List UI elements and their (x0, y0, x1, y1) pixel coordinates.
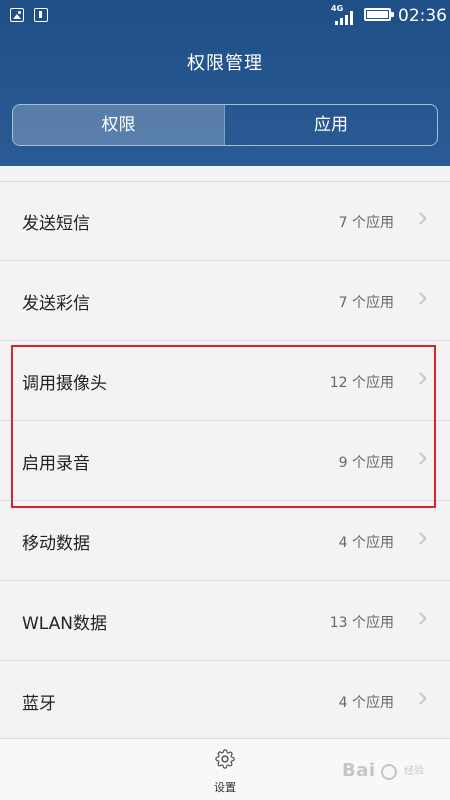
chevron-right-icon (414, 692, 427, 705)
permission-row-camera[interactable]: 调用摄像头 12 个应用 (0, 341, 450, 421)
permission-app-count: 7 个应用 (338, 215, 394, 231)
tab-apps[interactable]: 应用 (225, 105, 437, 145)
settings-button[interactable]: 设置 (195, 745, 255, 797)
permission-row-send-mms[interactable]: 发送彩信 7 个应用 (0, 261, 450, 341)
bottom-toolbar: 设置 (0, 738, 450, 800)
page-title: 权限管理 (187, 53, 263, 74)
permission-row-send-sms[interactable]: 发送短信 7 个应用 (0, 181, 450, 261)
permission-app-count: 4 个应用 (338, 695, 394, 711)
chevron-right-icon (414, 292, 427, 305)
permission-label: 启用录音 (22, 454, 90, 474)
permission-label: 移动数据 (22, 534, 90, 554)
sim-icon (34, 8, 48, 22)
permission-row-mobile-data[interactable]: 移动数据 4 个应用 (0, 501, 450, 581)
permission-app-count: 4 个应用 (338, 535, 394, 551)
permission-label: 蓝牙 (22, 694, 56, 714)
permission-label: 发送彩信 (22, 294, 90, 314)
permission-label: 调用摄像头 (22, 374, 107, 394)
chevron-right-icon (414, 212, 427, 225)
permission-label: 发送短信 (22, 214, 90, 234)
settings-label: 设置 (214, 781, 236, 794)
chevron-right-icon (414, 452, 427, 465)
gear-icon (215, 749, 235, 769)
chevron-right-icon (414, 532, 427, 545)
permission-app-count: 12 个应用 (329, 375, 394, 391)
permission-label: WLAN数据 (22, 614, 108, 634)
signal-icon (335, 11, 355, 25)
permission-row-bluetooth[interactable]: 蓝牙 4 个应用 (0, 661, 450, 741)
status-time: 02:36 (398, 6, 447, 26)
permission-row-wlan-data[interactable]: WLAN数据 13 个应用 (0, 581, 450, 661)
chevron-right-icon (414, 372, 427, 385)
battery-icon (364, 8, 394, 21)
chevron-right-icon (414, 612, 427, 625)
status-bar: 4G 02:36 (0, 0, 450, 32)
permission-app-count: 9 个应用 (338, 455, 394, 471)
permission-app-count: 7 个应用 (338, 295, 394, 311)
image-icon (10, 8, 24, 22)
tab-permissions[interactable]: 权限 (13, 105, 225, 145)
permission-list: 发送短信 7 个应用 发送彩信 7 个应用 调用摄像头 12 个应用 启用录音 … (0, 181, 450, 741)
permission-app-count: 13 个应用 (329, 615, 394, 631)
app-header: 4G 02:36 权限管理 权限 应用 (0, 0, 450, 166)
permission-row-recording[interactable]: 启用录音 9 个应用 (0, 421, 450, 501)
segmented-tab-switch: 权限 应用 (12, 104, 438, 146)
